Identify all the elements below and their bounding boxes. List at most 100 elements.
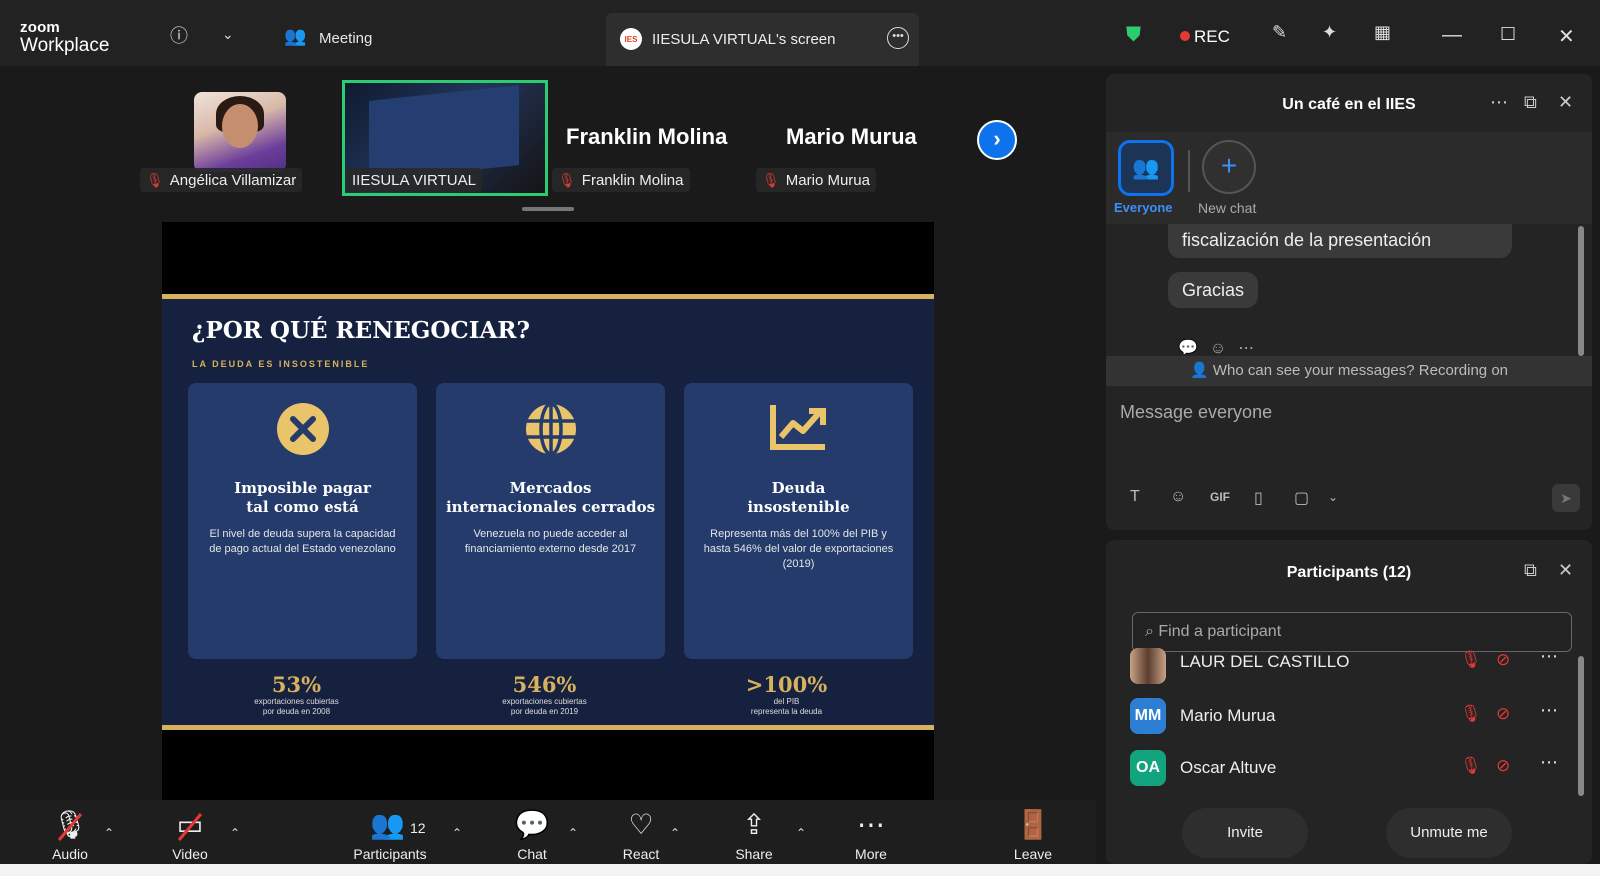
- chat-panel: Un café en el IIES ⋯ ⧉ ✕ 👥 Everyone + Ne…: [1106, 74, 1592, 530]
- new-chat-label: New chat: [1198, 200, 1257, 216]
- new-chat-button[interactable]: +: [1202, 140, 1256, 194]
- participant-row[interactable]: OA Oscar Altuve 🎙 ⊘ ⋯: [1130, 748, 1570, 788]
- participant-name-mario[interactable]: Mario Murua: [786, 124, 917, 150]
- slide-card: Imposible pagar tal como está El nivel d…: [188, 383, 417, 659]
- card-description: Venezuela no puede acceder al financiami…: [464, 528, 637, 555]
- everyone-label: Everyone: [1114, 200, 1173, 215]
- slide-card: Deuda insostenible Representa más del 10…: [684, 383, 913, 659]
- recording-indicator[interactable]: REC: [1180, 27, 1230, 47]
- more-icon: ⋯: [857, 809, 885, 840]
- send-button[interactable]: ➤: [1552, 484, 1580, 512]
- more-icon[interactable]: ⋯: [1540, 646, 1558, 667]
- chat-message: fiscalización de la presentación: [1168, 224, 1512, 258]
- more-icon[interactable]: •••: [887, 27, 909, 49]
- text-format-icon[interactable]: T: [1130, 488, 1140, 506]
- chat-title: Un café en el IIES: [1282, 96, 1416, 113]
- card-description: Representa más del 100% del PIB y hasta …: [703, 528, 894, 570]
- chevron-down-icon[interactable]: ⌄: [222, 26, 234, 43]
- everyone-chat-button[interactable]: 👥: [1118, 140, 1174, 196]
- more-icon[interactable]: ⋯: [1490, 92, 1508, 113]
- participant-row[interactable]: LAUR DEL CASTILLO 🎙 ⊘ ⋯: [1130, 646, 1570, 686]
- participant-row[interactable]: MM Mario Murua 🎙 ⊘ ⋯: [1130, 696, 1570, 736]
- share-options-caret-icon[interactable]: ⌃: [796, 826, 806, 840]
- close-icon[interactable]: ✕: [1558, 92, 1573, 113]
- shield-icon[interactable]: ⛊: [1126, 24, 1141, 47]
- video-off-icon[interactable]: ⊘: [1496, 650, 1510, 670]
- screen-share-tab[interactable]: IES IIESULA VIRTUAL's screen •••: [606, 13, 919, 66]
- mic-off-icon[interactable]: 🎙: [1460, 650, 1482, 670]
- presentation-slide: ¿POR QUÉ RENEGOCIAR? LA DEUDA ES INSOSTE…: [162, 294, 934, 730]
- mic-off-icon[interactable]: 🎙: [1460, 704, 1482, 724]
- emoji-icon[interactable]: ☺: [1170, 488, 1186, 506]
- chevron-down-icon[interactable]: ⌄: [1328, 490, 1338, 504]
- gif-icon[interactable]: GIF: [1210, 490, 1230, 504]
- audio-button[interactable]: 🎙 Audio: [44, 810, 96, 863]
- audio-options-caret-icon[interactable]: ⌃: [104, 826, 114, 840]
- video-button[interactable]: ▭ Video: [164, 810, 216, 863]
- avatar: OA: [1130, 750, 1166, 786]
- more-button[interactable]: ⋯ More: [848, 809, 894, 863]
- participant-name-franklin[interactable]: Franklin Molina: [566, 124, 727, 150]
- heart-icon: ♡: [628, 809, 654, 840]
- close-icon[interactable]: ✕: [1558, 24, 1575, 49]
- participants-button[interactable]: 👥 Participants: [344, 810, 436, 863]
- pop-out-icon[interactable]: ⧉: [1524, 560, 1537, 581]
- close-icon[interactable]: ✕: [1558, 560, 1573, 581]
- meeting-tab[interactable]: Meeting: [319, 30, 372, 47]
- chat-options-caret-icon[interactable]: ⌃: [568, 826, 578, 840]
- slide-subtitle: LA DEUDA ES INSOSTENIBLE: [192, 359, 370, 369]
- participants-scrollbar[interactable]: [1578, 656, 1584, 796]
- react-button[interactable]: ♡ React: [616, 809, 666, 863]
- chat-scrollbar[interactable]: [1578, 226, 1584, 356]
- annotate-icon[interactable]: ✎: [1272, 22, 1287, 43]
- card-title: Imposible pagar tal como está: [234, 479, 371, 516]
- file-icon[interactable]: ▯: [1254, 488, 1263, 508]
- video-off-icon[interactable]: ⊘: [1496, 704, 1510, 724]
- strip-resize-handle[interactable]: [522, 207, 574, 211]
- name-chip-iiesula: IIESULA VIRTUAL: [346, 168, 482, 192]
- screenshot-icon[interactable]: ▢: [1294, 488, 1309, 508]
- apps-icon[interactable]: ▦: [1374, 22, 1391, 43]
- minimize-icon[interactable]: —: [1442, 24, 1462, 47]
- unmute-me-button[interactable]: Unmute me: [1386, 808, 1512, 858]
- person-lock-icon: 👤: [1189, 362, 1213, 379]
- meeting-toolbar: 🎙 Audio ⌃ ▭ Video ⌃ 👥 Participants ⌃ 💬 C…: [0, 800, 1096, 864]
- sparkle-icon[interactable]: ✦: [1322, 22, 1337, 43]
- zoom-window: zoom Workplace ⓘ ⌄ 👥 Meeting IES IIESULA…: [0, 0, 1600, 876]
- chat-bubble-icon: 💬: [514, 809, 550, 840]
- pop-out-icon[interactable]: ⧉: [1524, 92, 1537, 113]
- next-page-button[interactable]: ›: [977, 120, 1017, 160]
- title-bar: zoom Workplace ⓘ ⌄ 👥 Meeting IES IIESULA…: [0, 0, 1600, 66]
- taskbar-edge: [0, 864, 1600, 876]
- slide-card: Mercados internacionales cerrados Venezu…: [436, 383, 665, 659]
- mic-off-icon[interactable]: 🎙: [1460, 756, 1482, 776]
- plus-icon: +: [1220, 150, 1238, 181]
- video-thumbnail-angelica[interactable]: [194, 92, 286, 172]
- x-circle-icon: [276, 403, 329, 455]
- video-options-caret-icon[interactable]: ⌃: [230, 826, 240, 840]
- participants-panel: Participants (12) ⧉ ✕ ⌕ Find a participa…: [1106, 540, 1592, 864]
- share-button[interactable]: ⇪ Share: [730, 809, 778, 863]
- send-icon: ➤: [1560, 490, 1572, 506]
- chat-button[interactable]: 💬 Chat: [510, 809, 554, 863]
- people-icon[interactable]: 👥: [284, 26, 306, 47]
- react-options-caret-icon[interactable]: ⌃: [670, 826, 680, 840]
- card-description: El nivel de deuda supera la capacidad de…: [209, 528, 396, 555]
- leave-button[interactable]: 🚪 Leave: [1010, 810, 1056, 863]
- slide-stat: 546% exportaciones cubiertas por deuda e…: [502, 672, 587, 717]
- mic-off-icon: 🎙: [558, 171, 576, 188]
- more-icon[interactable]: ⋯: [1540, 752, 1558, 773]
- video-off-icon[interactable]: ⊘: [1496, 756, 1510, 776]
- maximize-icon[interactable]: ☐: [1500, 24, 1516, 45]
- participants-options-caret-icon[interactable]: ⌃: [452, 826, 462, 840]
- mic-off-icon: 🎙: [762, 171, 780, 188]
- message-actions[interactable]: 💬☺⋯: [1178, 338, 1266, 354]
- more-icon[interactable]: ⋯: [1540, 700, 1558, 721]
- share-screen-icon: ⇪: [742, 809, 766, 840]
- message-input[interactable]: Message everyone: [1120, 402, 1272, 423]
- mic-off-icon: 🎙: [146, 171, 164, 188]
- name-chip-franklin: 🎙 Franklin Molina: [552, 168, 690, 192]
- visibility-notice[interactable]: 👤 Who can see your messages? Recording o…: [1106, 356, 1592, 386]
- invite-button[interactable]: Invite: [1182, 808, 1308, 858]
- info-icon[interactable]: ⓘ: [170, 22, 188, 48]
